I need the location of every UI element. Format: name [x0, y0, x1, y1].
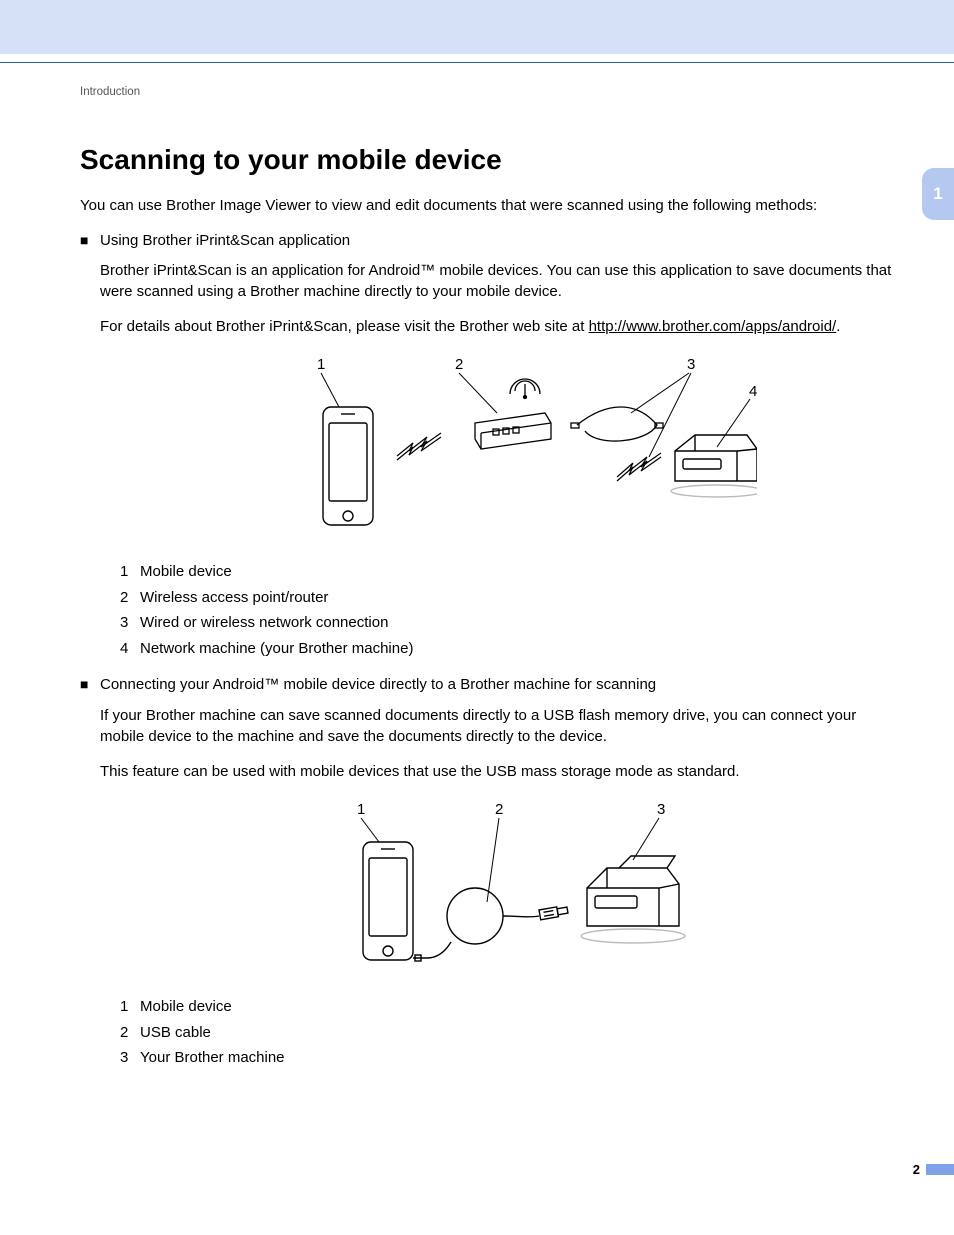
bullet-title: Connecting your Android™ mobile device d… [100, 675, 656, 696]
legend-text: Mobile device [140, 563, 232, 580]
legend-text: Wired or wireless network connection [140, 614, 388, 631]
legend-row: 1Mobile device [120, 559, 894, 585]
page-number-wrap: 2 [913, 1162, 954, 1177]
callout-1: 1 [317, 356, 325, 373]
router-icon [475, 379, 551, 449]
callout-1: 1 [357, 801, 365, 818]
square-bullet-icon: ■ [80, 231, 100, 250]
paragraph: This feature can be used with mobile dev… [100, 762, 894, 783]
legend-num: 4 [120, 636, 140, 662]
page-title: Scanning to your mobile device [80, 144, 894, 176]
header-band [0, 0, 954, 54]
legend-num: 3 [120, 610, 140, 636]
legend-num: 3 [120, 1045, 140, 1071]
paragraph: For details about Brother iPrint&Scan, p… [100, 317, 894, 338]
printer-icon [581, 856, 685, 943]
bullet-body: If your Brother machine can save scanned… [100, 706, 894, 1071]
callout-3: 3 [657, 801, 665, 818]
bullet-item: ■ Connecting your Android™ mobile device… [80, 675, 894, 696]
callout-3: 3 [687, 356, 695, 373]
square-bullet-icon: ■ [80, 675, 100, 694]
chapter-tab: 1 [922, 168, 954, 220]
paragraph-text: For details about Brother iPrint&Scan, p… [100, 318, 589, 335]
legend-num: 1 [120, 559, 140, 585]
wireless-diagram: 1 2 3 4 [237, 351, 757, 541]
legend-row: 2Wireless access point/router [120, 585, 894, 611]
figure-legend: 1Mobile device 2USB cable 3Your Brother … [120, 994, 894, 1071]
legend-text: Wireless access point/router [140, 589, 328, 606]
legend-row: 3Your Brother machine [120, 1045, 894, 1071]
legend-row: 2USB cable [120, 1020, 894, 1046]
legend-text: Mobile device [140, 998, 232, 1015]
figure-legend: 1Mobile device 2Wireless access point/ro… [120, 559, 894, 661]
usb-cable-icon [413, 888, 568, 961]
callout-4: 4 [749, 383, 757, 400]
legend-num: 2 [120, 1020, 140, 1046]
legend-num: 1 [120, 994, 140, 1020]
bullet-body: Brother iPrint&Scan is an application fo… [100, 261, 894, 661]
legend-text: Your Brother machine [140, 1049, 285, 1066]
callout-2: 2 [455, 356, 463, 373]
page-content: Introduction Scanning to your mobile dev… [80, 86, 894, 1085]
paragraph: If your Brother machine can save scanned… [100, 706, 894, 747]
bullet-item: ■ Using Brother iPrint&Scan application [80, 231, 894, 252]
page-number-bar [926, 1164, 954, 1175]
brother-apps-link[interactable]: http://www.brother.com/apps/android/ [589, 318, 837, 335]
chapter-tab-number: 1 [933, 184, 942, 204]
phone-icon [323, 407, 373, 525]
legend-text: USB cable [140, 1024, 211, 1041]
callout-2: 2 [495, 801, 503, 818]
wireless-bolt-icon [617, 453, 661, 481]
usb-diagram: 1 2 3 [287, 796, 707, 976]
wireless-bolt-icon [397, 433, 441, 460]
legend-row: 4Network machine (your Brother machine) [120, 636, 894, 662]
breadcrumb: Introduction [80, 86, 894, 98]
intro-paragraph: You can use Brother Image Viewer to view… [80, 196, 894, 217]
legend-num: 2 [120, 585, 140, 611]
paragraph-suffix: . [836, 318, 840, 335]
header-rule [0, 62, 954, 63]
paragraph: Brother iPrint&Scan is an application fo… [100, 261, 894, 302]
phone-icon [363, 842, 413, 960]
legend-text: Network machine (your Brother machine) [140, 640, 413, 657]
printer-icon [671, 435, 757, 497]
page-number: 2 [913, 1162, 920, 1177]
legend-row: 3Wired or wireless network connection [120, 610, 894, 636]
cable-icon [571, 407, 663, 441]
legend-row: 1Mobile device [120, 994, 894, 1020]
bullet-title: Using Brother iPrint&Scan application [100, 231, 350, 252]
